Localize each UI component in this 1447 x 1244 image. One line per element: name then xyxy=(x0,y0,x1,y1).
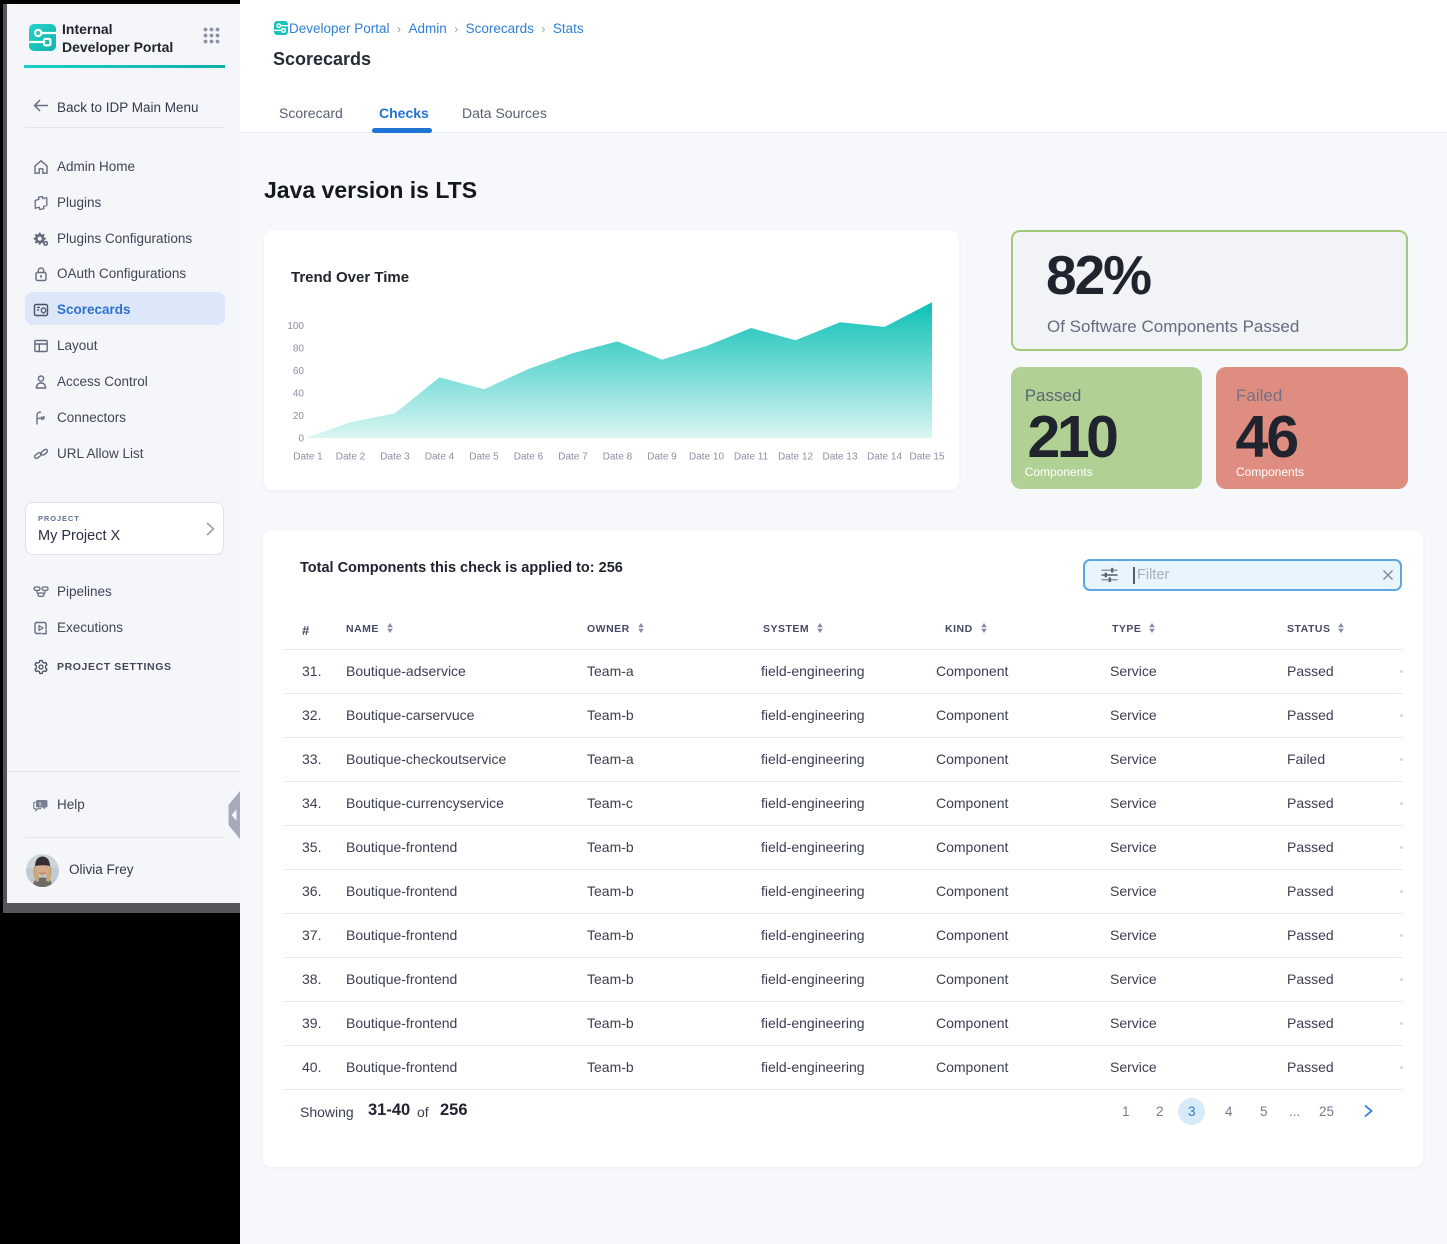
svg-text:Date 6: Date 6 xyxy=(514,452,544,463)
svg-text:Date 14: Date 14 xyxy=(867,452,902,463)
svg-text:Date 9: Date 9 xyxy=(647,452,677,463)
svg-text:Date 5: Date 5 xyxy=(469,452,499,463)
svg-text:Date 12: Date 12 xyxy=(778,452,813,463)
svg-text:Date 11: Date 11 xyxy=(734,452,769,463)
svg-text:s: s xyxy=(39,802,42,808)
svg-text:Date 13: Date 13 xyxy=(822,452,857,463)
svg-text:80: 80 xyxy=(293,344,305,355)
svg-text:0: 0 xyxy=(298,434,304,445)
svg-text:20: 20 xyxy=(293,411,305,422)
svg-text:40: 40 xyxy=(293,389,305,400)
svg-text:Date 15: Date 15 xyxy=(909,452,944,463)
svg-text:Date 1: Date 1 xyxy=(293,452,323,463)
svg-text:100: 100 xyxy=(287,321,304,332)
svg-text:Date 7: Date 7 xyxy=(558,452,588,463)
svg-text:Date 8: Date 8 xyxy=(603,452,633,463)
svg-text:Date 2: Date 2 xyxy=(336,452,366,463)
svg-text:Date 4: Date 4 xyxy=(425,452,455,463)
svg-text:Date 3: Date 3 xyxy=(380,452,410,463)
svg-text:Date 10: Date 10 xyxy=(689,452,724,463)
svg-text:60: 60 xyxy=(293,366,305,377)
